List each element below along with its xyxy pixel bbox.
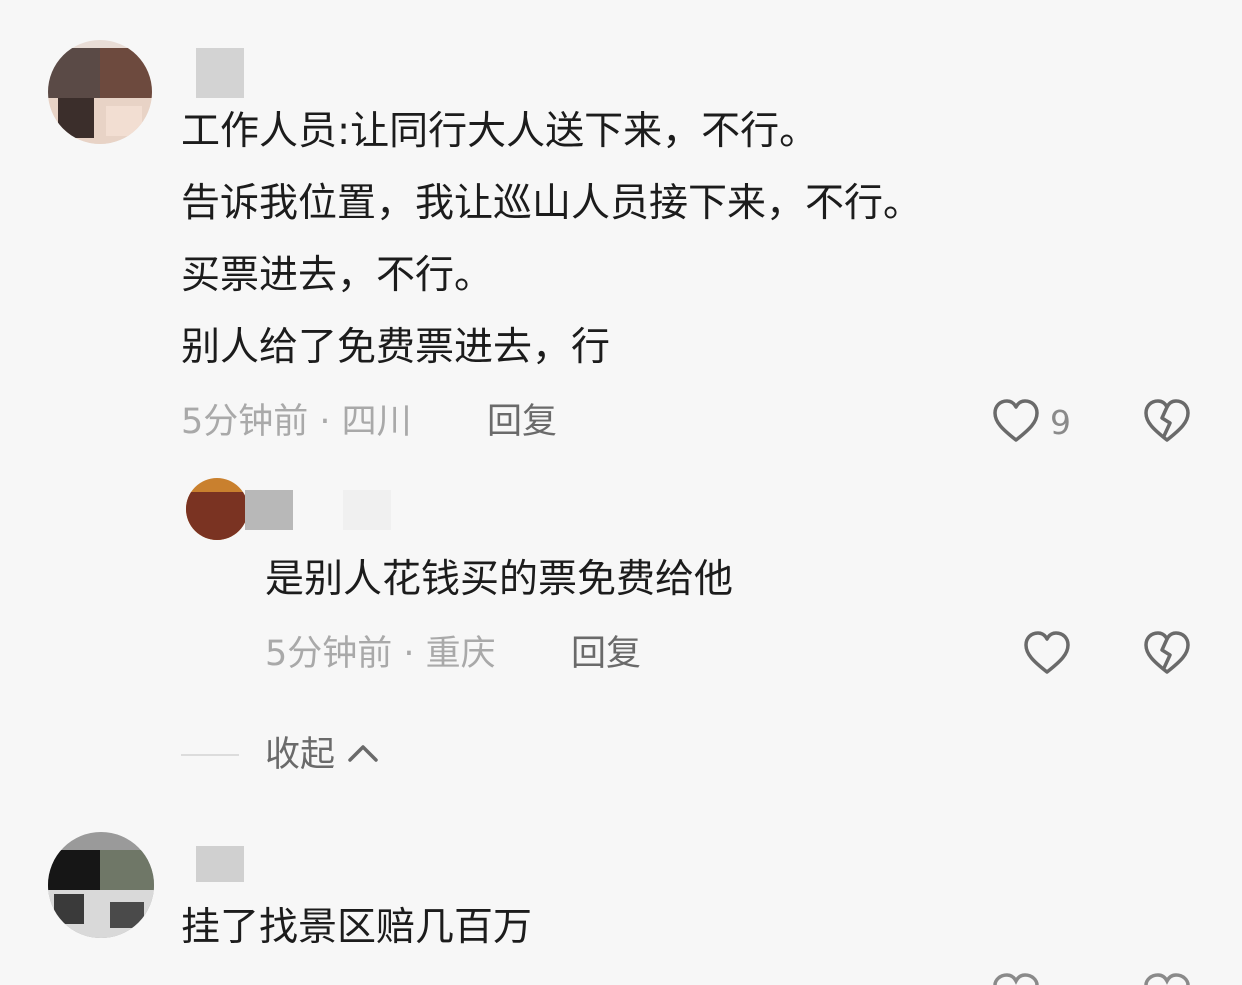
collapse-label: 收起	[265, 735, 336, 775]
chevron-up-icon[interactable]	[346, 740, 380, 768]
reply-avatar[interactable]	[186, 478, 248, 540]
heart-outline-icon[interactable]	[1023, 630, 1071, 676]
avatar-mosaic	[110, 902, 144, 928]
avatar-mosaic	[100, 48, 152, 98]
reply-button[interactable]: 回复	[487, 402, 557, 442]
comment-text-line: 告诉我位置，我让巡山人员接下来，不行。	[181, 181, 923, 226]
broken-heart-icon[interactable]	[1143, 972, 1191, 985]
username-blurred[interactable]	[196, 846, 244, 882]
username-blurred[interactable]	[343, 490, 391, 530]
comment-text-line: 挂了找景区赔几百万	[181, 905, 533, 950]
avatar[interactable]	[48, 832, 154, 938]
username-blurred[interactable]	[245, 490, 293, 530]
avatar-mosaic	[186, 492, 248, 540]
collapse-divider	[181, 754, 239, 756]
avatar-mosaic	[48, 48, 100, 98]
heart-outline-icon[interactable]	[992, 972, 1040, 985]
avatar-mosaic	[100, 850, 154, 890]
like-count: 9	[1050, 403, 1071, 442]
avatar-mosaic	[106, 106, 142, 136]
avatar-mosaic	[58, 98, 94, 138]
broken-heart-icon[interactable]	[1143, 398, 1191, 444]
broken-heart-icon[interactable]	[1143, 630, 1191, 676]
comment-text-line: 工作人员:让同行大人送下来，不行。	[181, 109, 819, 154]
avatar-mosaic	[48, 850, 100, 890]
comment-meta: 5分钟前 · 四川	[181, 402, 412, 442]
collapse-button[interactable]: 收起	[265, 735, 335, 775]
reply-meta: 5分钟前 · 重庆	[265, 634, 496, 674]
avatar-mosaic	[54, 894, 84, 924]
reply-button[interactable]: 回复	[571, 634, 641, 674]
reply-text: 是别人花钱买的票免费给他	[265, 557, 734, 602]
comment-text-line: 买票进去，不行。	[181, 253, 494, 298]
comment-text-line: 别人给了免费票进去，行	[181, 325, 611, 370]
heart-outline-icon[interactable]	[992, 398, 1040, 444]
avatar[interactable]	[48, 40, 152, 144]
username-blurred[interactable]	[196, 48, 244, 98]
